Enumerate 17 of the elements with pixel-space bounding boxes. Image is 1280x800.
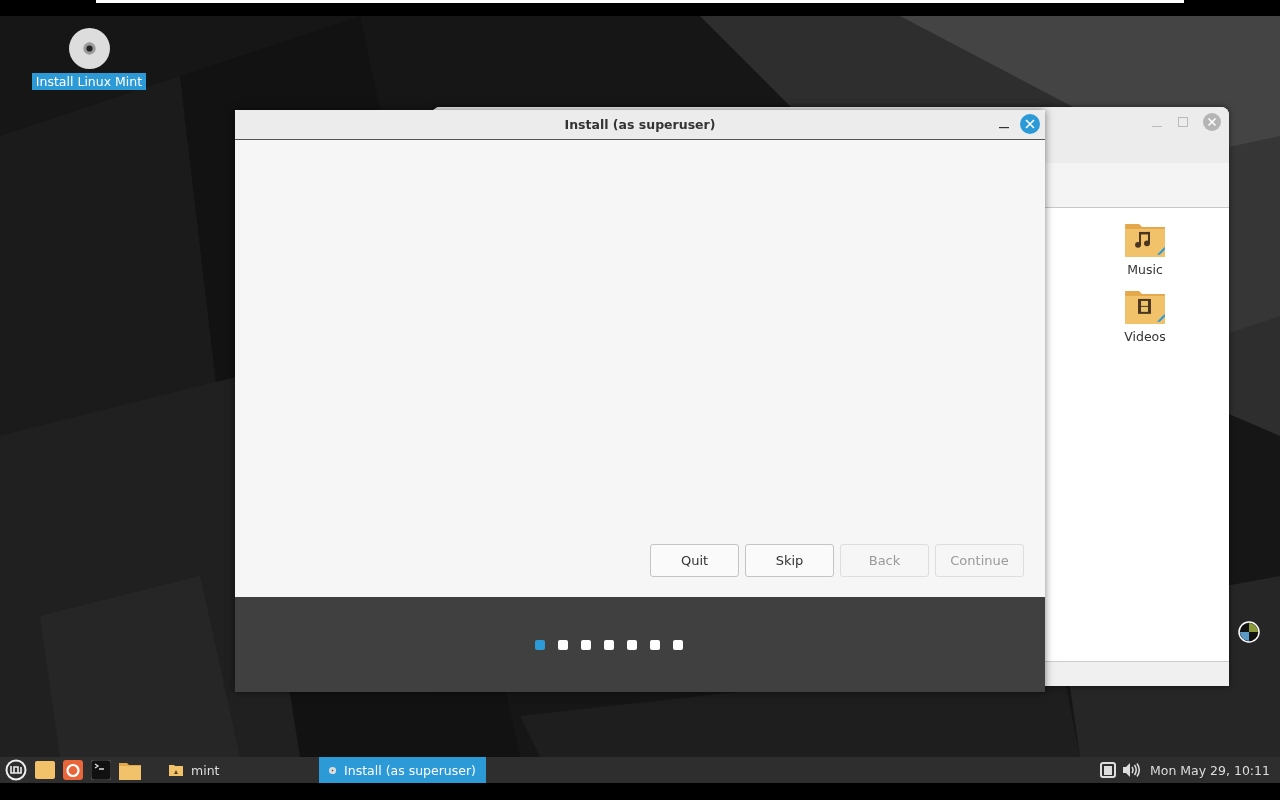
folder-icon[interactable] bbox=[119, 760, 141, 780]
close-icon[interactable] bbox=[1020, 114, 1040, 134]
window-icon[interactable] bbox=[1099, 762, 1116, 778]
taskbar-window-button[interactable]: mint bbox=[159, 757, 319, 783]
clock[interactable]: Mon May 29, 10:11 bbox=[1149, 762, 1270, 778]
folder-label[interactable]: Videos bbox=[1124, 328, 1166, 344]
folder-label[interactable]: Music bbox=[1127, 261, 1163, 277]
window-title: Install (as superuser) bbox=[564, 117, 716, 132]
terminal-icon[interactable] bbox=[91, 760, 111, 780]
folder-icon bbox=[169, 764, 183, 776]
volume-icon[interactable] bbox=[1121, 762, 1140, 778]
disc-icon[interactable] bbox=[68, 28, 110, 69]
status-disc-icon bbox=[1238, 621, 1260, 643]
wizard-button[interactable]: Skip bbox=[745, 544, 834, 577]
menu-icon[interactable] bbox=[5, 759, 27, 781]
fox-icon[interactable] bbox=[63, 760, 83, 780]
wizard-button[interactable]: Quit bbox=[650, 544, 739, 577]
